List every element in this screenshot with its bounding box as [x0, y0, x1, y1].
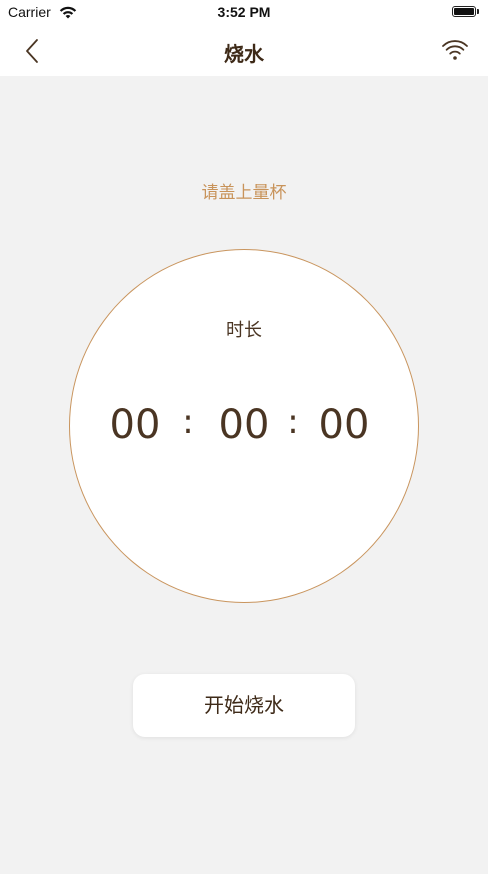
battery-icon [452, 6, 476, 17]
start-boiling-button[interactable]: 开始烧水 [133, 674, 355, 737]
timer-separator: : [182, 402, 194, 442]
timer-seconds: 00 [318, 402, 370, 448]
timer-display: 00 : 00 : 00 [70, 402, 418, 452]
page-title: 烧水 [224, 42, 264, 66]
timer-minutes: 00 [218, 402, 270, 448]
clock-time: 3:52 PM [217, 4, 271, 20]
duration-label: 时长 [226, 320, 262, 341]
wifi-icon[interactable] [440, 36, 470, 66]
timer-dial: 时长 00 : 00 : 00 [69, 249, 419, 603]
status-bar: Carrier 3:52 PM [0, 0, 488, 26]
timer-hours: 00 [109, 402, 161, 448]
battery-tip [477, 9, 479, 14]
navigation-bar: 烧水 [0, 26, 488, 76]
timer-separator: : [287, 402, 299, 442]
cover-cup-hint: 请盖上量杯 [201, 183, 287, 203]
